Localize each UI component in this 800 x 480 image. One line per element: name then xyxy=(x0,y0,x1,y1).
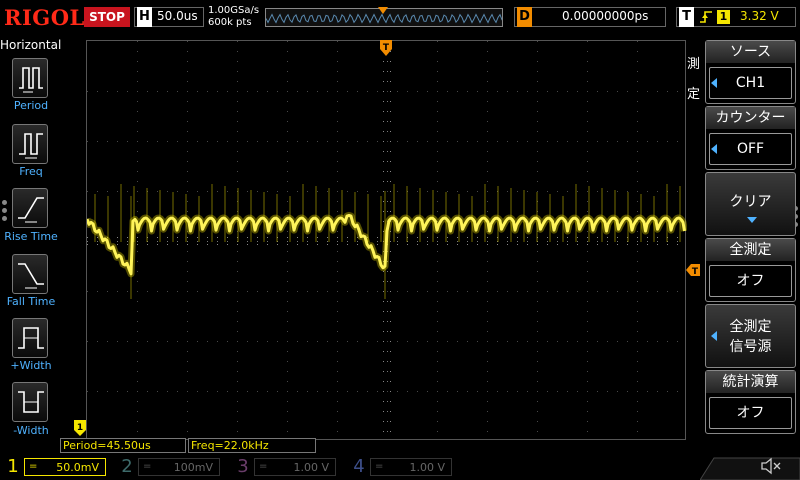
menu-all-measure-source-line1: 全測定 xyxy=(729,319,772,335)
menu-source-header: ソース xyxy=(706,41,795,63)
negative-width-icon xyxy=(18,391,44,413)
negative-width-label: -Width xyxy=(13,424,49,437)
menu-all-measure[interactable]: 全測定 オフ xyxy=(705,238,796,302)
delay-value: 0.00000000ps xyxy=(562,9,649,23)
menu-all-measure-header: 全測定 xyxy=(706,239,795,261)
brand-logo: RIGOL xyxy=(4,5,85,30)
trigger-source-badge: 1 xyxy=(717,10,730,24)
run-stop-indicator[interactable]: STOP xyxy=(84,7,130,27)
measurement-period: Period=45.50us xyxy=(60,438,186,453)
ch2-scale: 100mV xyxy=(173,461,213,474)
measurement-freq: Freq=22.0kHz xyxy=(188,438,316,453)
svg-text:T: T xyxy=(692,267,699,276)
menu-source[interactable]: ソース CH1 xyxy=(705,40,796,104)
coupling-dc-icon: = xyxy=(143,461,152,472)
fall-time-icon xyxy=(18,263,44,289)
rise-time-icon xyxy=(18,197,44,223)
freq-label: Freq xyxy=(19,165,43,178)
ch1-tab[interactable]: 1 = 50.0mV xyxy=(2,456,114,478)
svg-text:T: T xyxy=(383,43,390,53)
ch3-number: 3 xyxy=(237,456,249,477)
panel-scroll-indicator xyxy=(2,200,8,224)
timebase-value: 50.0us xyxy=(157,9,198,23)
menu-counter-value[interactable]: OFF xyxy=(709,133,792,165)
ch2-number: 2 xyxy=(121,456,133,477)
overview-trigger-marker xyxy=(378,7,388,14)
select-arrow-icon xyxy=(711,78,717,88)
ch4-tab[interactable]: 4 = 1.00 V xyxy=(348,456,460,478)
select-arrow-icon xyxy=(711,144,717,154)
ch3-tab[interactable]: 3 = 1.00 V xyxy=(232,456,344,478)
coupling-dc-icon: = xyxy=(375,461,384,472)
ch4-number: 4 xyxy=(353,456,365,477)
ch3-scale: 1.00 V xyxy=(293,461,329,474)
menu-counter[interactable]: カウンター OFF xyxy=(705,106,796,170)
freq-button[interactable] xyxy=(12,124,48,164)
expand-arrow-icon xyxy=(747,217,757,223)
fall-time-label: Fall Time xyxy=(6,295,56,308)
ch1-scale-box[interactable]: = 50.0mV xyxy=(24,458,106,476)
menu-source-value[interactable]: CH1 xyxy=(709,67,792,99)
ch1-offset-marker[interactable]: 1 xyxy=(74,420,86,436)
speaker-mute-icon[interactable] xyxy=(760,456,782,476)
ch1-waveform xyxy=(87,184,687,299)
fall-time-button[interactable] xyxy=(12,254,48,294)
coupling-dc-icon: = xyxy=(29,461,38,472)
rise-time-label: Rise Time xyxy=(4,230,58,243)
memory-depth: 600k pts xyxy=(208,17,252,28)
menu-title: 測 定 xyxy=(687,50,703,110)
select-arrow-icon xyxy=(711,331,717,341)
ch4-scale-box[interactable]: = 1.00 V xyxy=(370,458,452,476)
svg-text:1: 1 xyxy=(77,423,83,433)
menu-clear[interactable]: クリア xyxy=(705,172,796,236)
menu-all-measure-source[interactable]: 全測定 信号源 xyxy=(705,304,796,368)
ch3-scale-box[interactable]: = 1.00 V xyxy=(254,458,336,476)
menu-all-measure-source-line2: 信号源 xyxy=(729,339,772,355)
bottom-bar-divider xyxy=(700,457,800,480)
left-panel-title: Horizontal xyxy=(0,38,62,52)
timebase-label: H xyxy=(137,7,152,27)
positive-width-button[interactable] xyxy=(12,318,48,358)
menu-all-measure-source-label: 全測定 信号源 xyxy=(706,317,795,357)
menu-counter-header: カウンター xyxy=(706,107,795,129)
waveform-display[interactable] xyxy=(86,40,687,440)
menu-title-char: 測 xyxy=(687,57,701,72)
menu-statistics-header: 統計演算 xyxy=(706,371,795,393)
ch1-number: 1 xyxy=(7,456,19,477)
trigger-level-value: 3.32 V xyxy=(740,9,779,23)
ch4-scale: 1.00 V xyxy=(409,461,445,474)
negative-width-button[interactable] xyxy=(12,382,48,422)
ch1-scale: 50.0mV xyxy=(56,461,99,474)
period-label: Period xyxy=(13,99,49,112)
period-icon xyxy=(19,67,43,93)
menu-statistics[interactable]: 統計演算 オフ xyxy=(705,370,796,434)
delay-label: D xyxy=(517,7,532,27)
rising-edge-icon xyxy=(700,11,712,23)
ch2-tab[interactable]: 2 = 100mV xyxy=(116,456,228,478)
period-button[interactable] xyxy=(12,58,48,98)
freq-icon xyxy=(19,133,43,159)
coupling-dc-icon: = xyxy=(259,461,268,472)
ch2-scale-box[interactable]: = 100mV xyxy=(138,458,220,476)
menu-clear-label: クリア xyxy=(729,194,772,210)
rise-time-button[interactable] xyxy=(12,188,48,228)
trigger-level-marker[interactable]: T xyxy=(686,264,700,276)
positive-width-label: +Width xyxy=(10,359,52,372)
positive-width-icon xyxy=(18,327,44,349)
trigger-label: T xyxy=(679,7,694,27)
sample-rate: 1.00GSa/s xyxy=(208,5,260,16)
trigger-time-marker[interactable]: T xyxy=(380,40,392,56)
menu-title-char: 定 xyxy=(687,87,701,102)
menu-all-measure-value[interactable]: オフ xyxy=(709,265,792,297)
menu-statistics-value[interactable]: オフ xyxy=(709,397,792,429)
